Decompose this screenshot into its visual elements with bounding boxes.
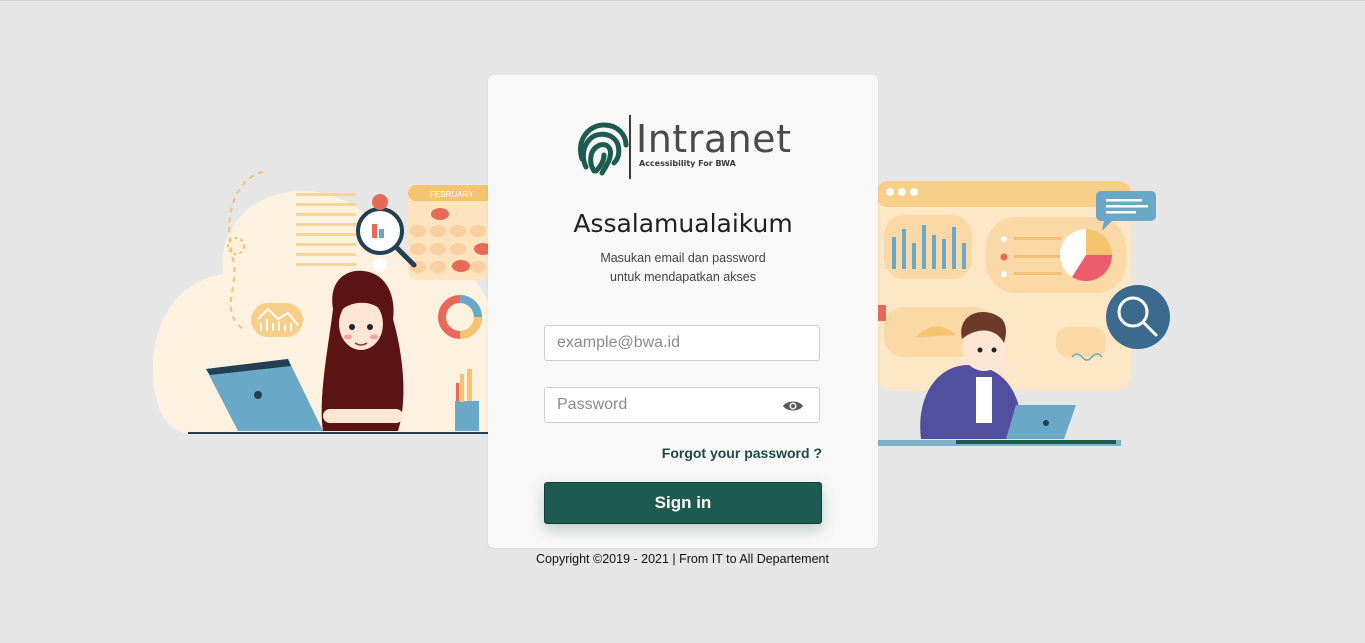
forgot-password-link[interactable]: Forgot your password ? xyxy=(662,445,822,461)
logo-divider xyxy=(629,115,631,179)
copyright-footer: Copyright ©2019 - 2021 | From IT to All … xyxy=(536,552,829,566)
subtitle-line-1: Masukan email dan password xyxy=(600,251,766,265)
intranet-logo: Intranet Accessibility For BWA xyxy=(574,113,796,179)
greeting-heading: Assalamualaikum xyxy=(573,209,793,238)
logo-tagline: Accessibility For BWA xyxy=(639,159,736,168)
email-field[interactable] xyxy=(544,325,820,361)
left-illustration: FEBRUARY xyxy=(153,171,493,434)
fingerprint-icon xyxy=(578,122,629,176)
right-illustration xyxy=(876,181,1170,446)
eye-icon[interactable] xyxy=(782,399,804,413)
logo-wordmark: Intranet xyxy=(636,117,792,161)
subtitle-line-2: untuk mendapatkan akses xyxy=(610,270,756,284)
login-subtitle: Masukan email dan password untuk mendapa… xyxy=(488,249,878,287)
login-card: Intranet Accessibility For BWA Assalamua… xyxy=(488,75,878,548)
password-field[interactable] xyxy=(544,387,820,423)
calendar-month-label: FEBRUARY xyxy=(430,190,474,199)
sign-in-button[interactable]: Sign in xyxy=(544,482,822,524)
